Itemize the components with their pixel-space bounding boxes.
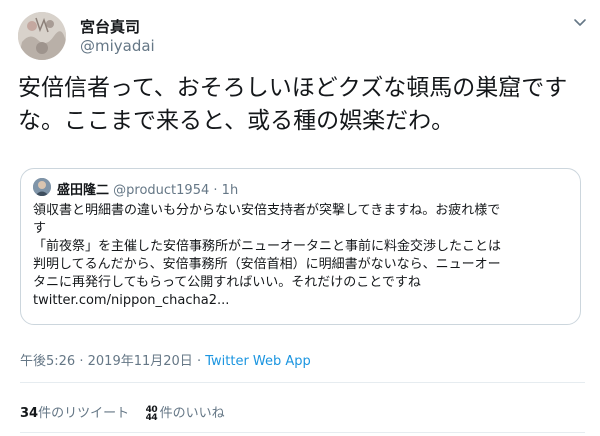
- tweet-source-link[interactable]: Twitter Web App: [205, 354, 311, 369]
- quoted-link[interactable]: twitter.com/nippon_chacha2...: [33, 292, 573, 310]
- meta-separator: ·: [196, 354, 202, 369]
- quoted-author-name: 盛田隆二: [57, 183, 110, 198]
- quoted-text-line: 判明してるんだから、安倍事務所（安倍首相）に明細書がないなら、ニューオー: [33, 257, 501, 272]
- chevron-down-icon[interactable]: [570, 12, 590, 32]
- likes-count-bottom: 44: [145, 412, 158, 423]
- quoted-separator: ·: [213, 183, 218, 198]
- quoted-tweet-card[interactable]: 盛田隆二 @product1954 · 1h 領収書と明細書の違いも分からない安…: [20, 168, 581, 325]
- retweets-count: 34: [20, 406, 39, 421]
- quoted-header: 盛田隆二 @product1954 · 1h: [57, 179, 238, 198]
- tweet-text-line: な。ここまで来ると、或る種の娯楽だわ。: [18, 108, 455, 134]
- tweet: 宮台真司 @miyadai 安倍信者って、おそろしいほどクズな頓馬の巣窟です な…: [0, 0, 600, 436]
- likes-stat[interactable]: 40 44 件のいいね: [145, 405, 225, 423]
- quoted-body: 領収書と明細書の違いも分からない安倍支持者が突撃してきますね。お疲れ様で す 「…: [33, 202, 573, 310]
- author-handle[interactable]: @miyadai: [80, 37, 155, 55]
- divider: [20, 382, 585, 383]
- meta-separator: ·: [79, 354, 84, 369]
- tweet-text: 安倍信者って、おそろしいほどクズな頓馬の巣窟です な。ここまで来ると、或る種の娯…: [18, 72, 588, 138]
- likes-label: 件のいいね: [159, 406, 225, 421]
- likes-count-animating: 40 44: [145, 405, 160, 423]
- tweet-date[interactable]: 2019年11月20日: [88, 354, 193, 369]
- quoted-text-line: す: [33, 221, 47, 236]
- quoted-author-avatar: [33, 178, 51, 196]
- quoted-author-handle: @product1954: [113, 183, 210, 198]
- tweet-meta: 午後5:26 · 2019年11月20日 · Twitter Web App: [20, 350, 311, 369]
- retweets-label: 件のリツイート: [38, 406, 130, 421]
- tweet-stats: 34件のリツイート 40 44 件のいいね: [20, 402, 225, 422]
- divider: [20, 432, 585, 433]
- quoted-text-line: 「前夜祭」を主催した安倍事務所がニューオータニと事前に料金交渉したことは: [33, 239, 502, 254]
- quoted-text-line: 領収書と明細書の違いも分からない安倍支持者が突撃してきますね。お疲れ様で: [33, 203, 501, 218]
- tweet-text-line: 安倍信者って、おそろしいほどクズな頓馬の巣窟です: [18, 75, 568, 101]
- retweets-stat[interactable]: 34件のリツイート: [20, 406, 129, 421]
- quoted-text-line: タニに再発行してもらって公開すればいい。それだけのことですね: [33, 275, 421, 290]
- avatar-image: [18, 12, 66, 60]
- author-display-name[interactable]: 宮台真司: [80, 16, 140, 37]
- tweet-time[interactable]: 午後5:26: [20, 354, 75, 369]
- quoted-timestamp: 1h: [221, 183, 239, 198]
- author-avatar[interactable]: [18, 12, 66, 60]
